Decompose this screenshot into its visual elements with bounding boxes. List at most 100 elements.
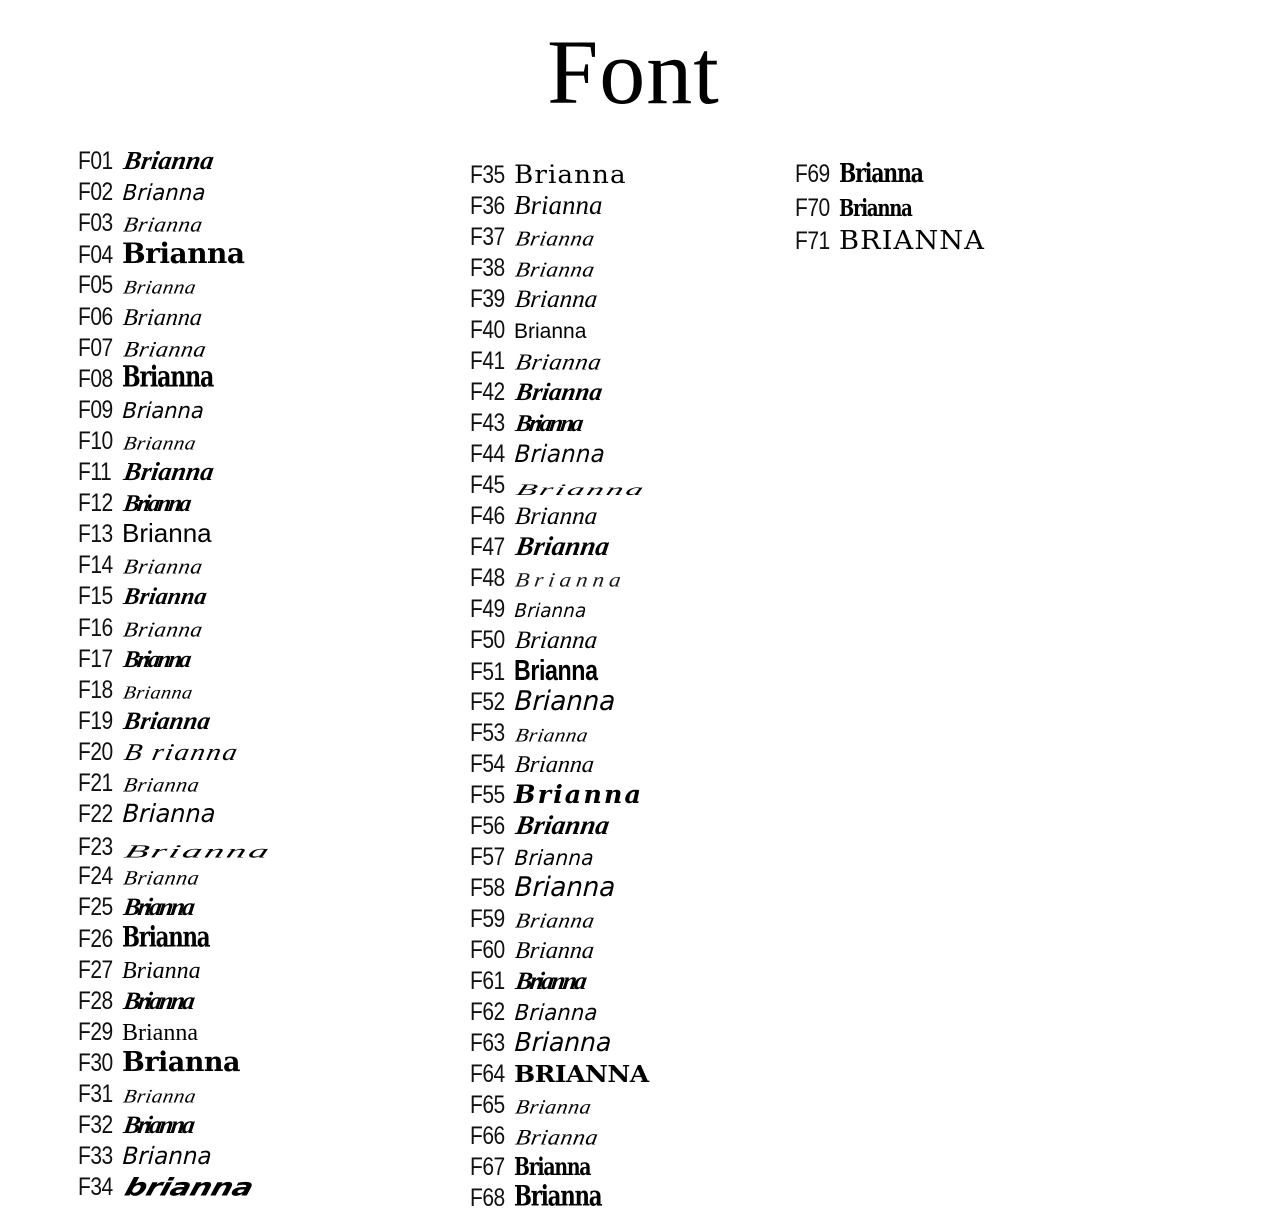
font-code-label: F18 — [78, 675, 113, 704]
font-option-f56[interactable]: F56 Brianna — [470, 810, 612, 841]
font-option-f13[interactable]: F13 Brianna — [78, 520, 212, 549]
font-option-f27[interactable]: F27 Brianna — [78, 956, 201, 985]
font-code-label: F57 — [470, 843, 505, 871]
font-code-label: F58 — [470, 874, 505, 902]
font-option-f59[interactable]: F59 Brianna — [470, 905, 597, 934]
font-option-f01[interactable]: F01 Brianna — [78, 146, 216, 176]
font-option-f12[interactable]: F12 Brianna — [78, 489, 191, 518]
font-option-f06[interactable]: F06 Brianna — [78, 303, 203, 332]
font-sample-text: Brianna — [514, 190, 603, 220]
font-code-label: F30 — [78, 1048, 113, 1077]
font-option-f47[interactable]: F47 Brianna — [470, 531, 612, 562]
font-option-f61[interactable]: F61 Brianna — [470, 967, 586, 996]
font-option-f68[interactable]: F68 Brianna — [470, 1183, 621, 1213]
font-code-label: F14 — [78, 551, 113, 580]
font-option-f35[interactable]: F35 Brianna — [470, 161, 626, 190]
font-option-f64[interactable]: F64 BRIANNA — [470, 1060, 649, 1089]
font-option-f21[interactable]: F21 Brianna — [78, 769, 202, 798]
font-option-f63[interactable]: F63 Brianna — [470, 1026, 613, 1058]
font-option-f04[interactable]: F04 Brianna — [78, 240, 245, 270]
font-option-f32[interactable]: F32 Brianna — [78, 1111, 194, 1140]
font-option-f33[interactable]: F33 Brianna — [78, 1142, 212, 1171]
font-option-f22[interactable]: F22 Brianna — [78, 799, 216, 829]
font-option-f29[interactable]: F29 Brianna — [78, 1018, 198, 1047]
font-option-f16[interactable]: F16 Brianna — [78, 614, 205, 643]
font-code-label: F19 — [78, 706, 113, 735]
font-option-f38[interactable]: F38 Brianna — [470, 254, 597, 283]
font-option-f34[interactable]: F34 brianna — [78, 1173, 256, 1202]
font-option-f55[interactable]: F55 Brianna — [470, 781, 641, 810]
font-option-f28[interactable]: F28 Brianna — [78, 986, 194, 1016]
font-option-f69[interactable]: F69 Brianna — [795, 160, 941, 189]
font-code-label: F22 — [78, 800, 113, 829]
font-option-f23[interactable]: F23 Brianna — [78, 831, 274, 862]
font-option-f10[interactable]: F10 Brianna — [78, 427, 198, 456]
font-option-f37[interactable]: F37 Brianna — [470, 223, 597, 252]
font-option-f42[interactable]: F42 Brianna — [470, 378, 604, 407]
font-code-label: F39 — [470, 285, 505, 313]
font-option-f71[interactable]: F71 BRIANNA — [795, 227, 984, 256]
font-option-f03[interactable]: F03 Brianna — [78, 209, 205, 238]
font-option-f09[interactable]: F09 Brianna — [78, 396, 204, 425]
font-option-f36[interactable]: F36 Brianna — [470, 192, 603, 221]
font-columns-container: F01 Brianna F02 Brianna F03 Brianna F04 Brianna… — [0, 0, 1267, 1230]
font-option-f17[interactable]: F17 Brianna — [78, 645, 191, 674]
font-option-f60[interactable]: F60 Brianna — [470, 936, 595, 965]
font-option-f57[interactable]: F57 Brianna — [470, 843, 597, 872]
font-option-f43[interactable]: F43 Brianna — [470, 409, 583, 438]
font-option-f46[interactable]: F46 Brianna — [470, 502, 599, 531]
font-option-f51[interactable]: F51 Brianna — [470, 657, 618, 687]
font-code-label: F51 — [470, 658, 505, 686]
font-option-f02[interactable]: F02 Brianna — [78, 178, 209, 207]
font-code-label: F28 — [78, 986, 113, 1015]
font-sample-text: Brianna — [513, 810, 612, 840]
font-code-label: F26 — [78, 924, 113, 953]
font-option-f31[interactable]: F31 Brianna — [78, 1080, 198, 1109]
font-code-label: F25 — [78, 893, 113, 922]
font-option-f20[interactable]: F20 B rianna — [78, 737, 241, 767]
font-code-label: F20 — [78, 737, 113, 766]
font-sample-text: Brianna — [122, 957, 201, 984]
font-option-f48[interactable]: F48 Brianna — [470, 564, 627, 593]
font-option-f49[interactable]: F49 Brianna — [470, 595, 590, 624]
font-option-f45[interactable]: F45 Brianna — [470, 471, 649, 500]
font-option-f25[interactable]: F25 Brianna — [78, 893, 194, 922]
font-option-f15[interactable]: F15 Brianna — [78, 582, 209, 611]
font-sample-text: Brianna — [839, 157, 924, 189]
font-option-f65[interactable]: F65 Brianna — [470, 1091, 594, 1120]
font-option-f58[interactable]: F58 Brianna — [470, 872, 616, 903]
font-sample-text: Brianna — [514, 1152, 592, 1182]
font-sample-text: Brianna — [513, 1026, 613, 1058]
font-option-f44[interactable]: F44 Brianna — [470, 440, 609, 469]
font-option-f40[interactable]: F40 Brianna — [470, 316, 586, 345]
font-option-f62[interactable]: F62 Brianna — [470, 998, 601, 1027]
font-option-f30[interactable]: F30 Brianna — [78, 1048, 241, 1078]
font-option-f67[interactable]: F67 Brianna — [470, 1153, 607, 1182]
font-sample-text: Brianna — [121, 682, 195, 703]
font-option-f52[interactable]: F52 Brianna — [470, 686, 616, 717]
font-option-f26[interactable]: F26 Brianna — [78, 921, 229, 954]
font-option-f70[interactable]: F70 Brianna — [795, 194, 928, 223]
font-sample-text: Brianna — [122, 1019, 198, 1046]
font-option-f39[interactable]: F39 Brianna — [470, 285, 599, 314]
font-option-f05[interactable]: F05 Brianna — [78, 271, 198, 300]
font-option-f11[interactable]: F11 Brianna — [78, 457, 216, 487]
font-code-label: F34 — [78, 1173, 113, 1202]
font-option-f08[interactable]: F08 Brianna — [78, 363, 233, 394]
font-sample-text: Brianna — [122, 921, 211, 954]
font-option-f53[interactable]: F53 Brianna — [470, 719, 590, 748]
font-sample-text: Brianna — [513, 440, 607, 468]
font-sample-text: Brianna — [514, 780, 644, 809]
font-option-f14[interactable]: F14 Brianna — [78, 551, 205, 580]
font-option-f66[interactable]: F66 Brianna — [470, 1122, 600, 1151]
font-option-f19[interactable]: F19 Brianna — [78, 706, 212, 736]
font-option-f18[interactable]: F18 Brianna — [78, 675, 195, 705]
font-option-f41[interactable]: F41 Brianna — [470, 347, 604, 376]
font-option-f07[interactable]: F07 Brianna — [78, 334, 208, 363]
font-sample-text: Brianna — [121, 707, 213, 735]
font-sample-text: BRIANNA — [839, 226, 985, 256]
font-option-f24[interactable]: F24 Brianna — [78, 862, 202, 891]
font-option-f50[interactable]: F50 Brianna — [470, 626, 599, 655]
font-sample-text: B rianna — [121, 739, 242, 766]
font-option-f54[interactable]: F54 Brianna — [470, 750, 595, 779]
